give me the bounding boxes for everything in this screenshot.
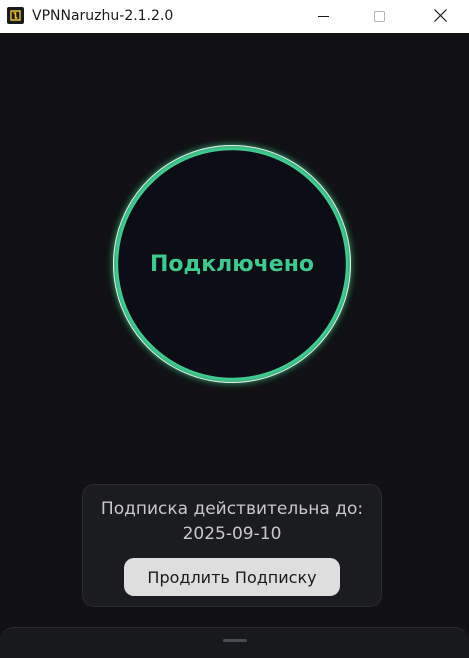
title-bar: VPNNaruzhu-2.1.2.0	[0, 0, 469, 33]
close-icon	[433, 7, 447, 26]
subscription-label: Подписка действительна до:	[100, 499, 364, 519]
subscription-card: Подписка действительна до: 2025-09-10 Пр…	[82, 484, 382, 607]
app-window: VPNNaruzhu-2.1.2.0 Подключено Подписка д…	[0, 0, 469, 658]
renew-subscription-button[interactable]: Продлить Подписку	[124, 558, 340, 596]
minimize-button[interactable]	[300, 0, 346, 33]
close-button[interactable]	[417, 0, 463, 33]
connection-toggle[interactable]: Подключено	[100, 132, 364, 396]
window-title: VPNNaruzhu-2.1.2.0	[32, 8, 174, 24]
bottom-sheet[interactable]	[0, 627, 469, 658]
maximize-icon	[373, 7, 385, 26]
maximize-button[interactable]	[356, 0, 402, 33]
minimize-icon	[317, 7, 329, 26]
subscription-expiry-date: 2025-09-10	[182, 524, 282, 544]
sheet-drag-handle[interactable]	[223, 639, 247, 642]
connection-status: Подключено	[149, 252, 315, 277]
app-logo-icon	[7, 7, 24, 24]
